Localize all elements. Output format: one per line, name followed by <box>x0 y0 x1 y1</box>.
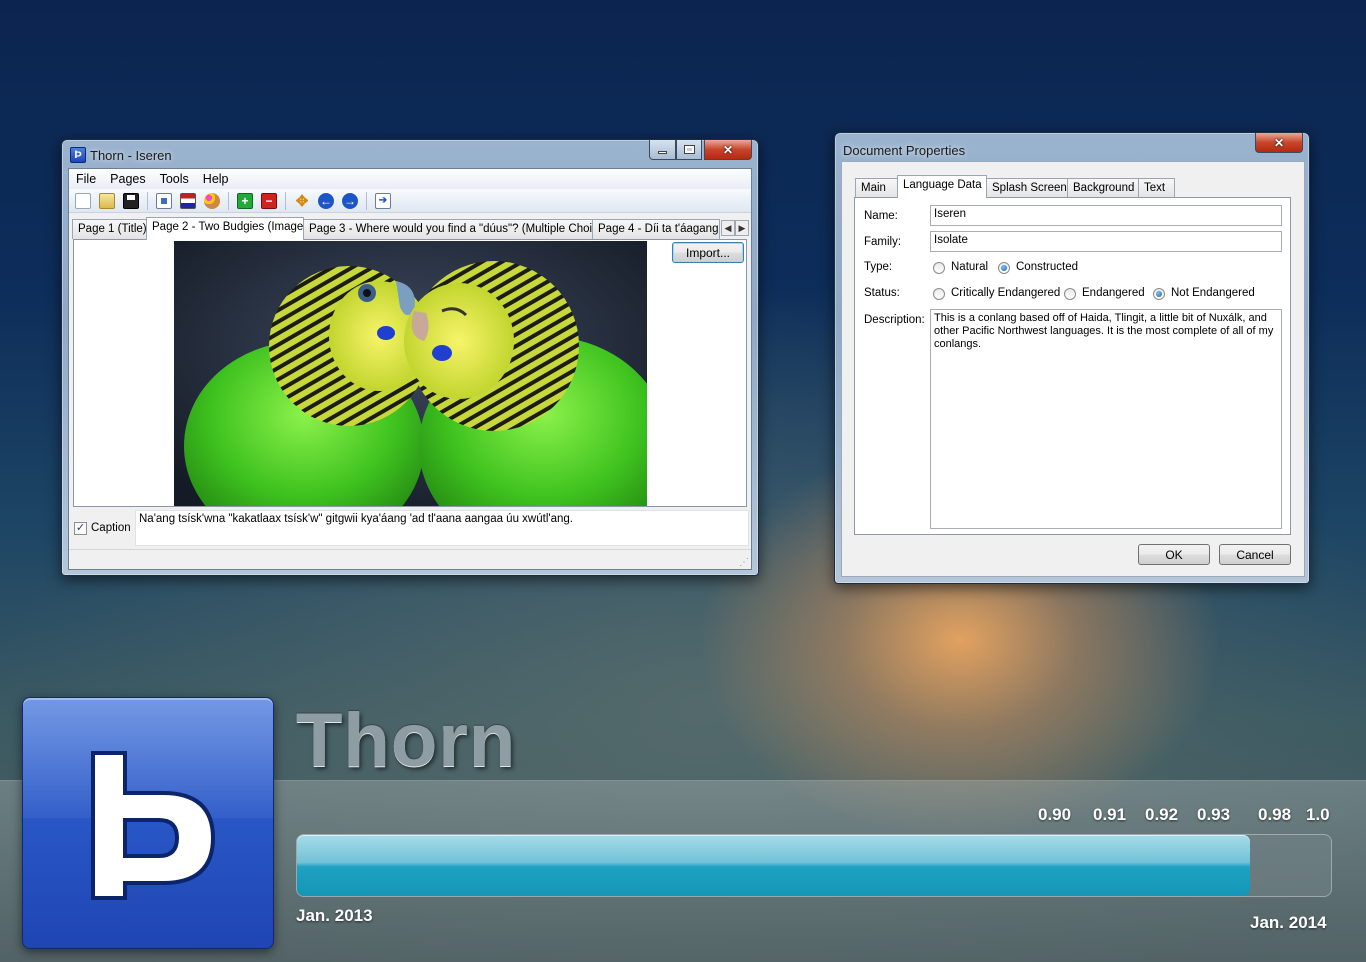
tab-scroll-right[interactable]: ▶ <box>735 220 749 236</box>
caption-label: Caption <box>91 522 131 534</box>
tab-scroll-left[interactable]: ◀ <box>721 220 735 236</box>
thorn-logo-glyph <box>91 751 216 900</box>
version-label: 1.0 <box>1306 805 1330 824</box>
palette-icon[interactable] <box>204 192 220 209</box>
main-window-title: Thorn - Iseren <box>90 148 172 163</box>
description-label: Description: <box>864 314 925 326</box>
main-titlebar[interactable]: Þ Thorn - Iseren ✕ <box>68 140 752 168</box>
document-properties-dialog: Document Properties ✕ Main Language Data… <box>834 132 1310 584</box>
app-small-icon: Þ <box>70 147 86 163</box>
ok-button[interactable]: OK <box>1138 544 1210 565</box>
save-icon[interactable] <box>123 192 139 209</box>
main-client-area: File Pages Tools Help + − ✥ ← → ➔ Page 1… <box>68 168 752 570</box>
add-page-icon[interactable]: + <box>237 192 253 209</box>
image-page-panel: Import... <box>73 239 747 507</box>
tab-page-3[interactable]: Page 3 - Where would you find a "dúus"? … <box>303 219 593 239</box>
menu-file[interactable]: File <box>69 169 103 189</box>
forward-arrow-icon[interactable]: → <box>342 192 358 209</box>
flag-icon[interactable] <box>180 192 196 209</box>
menu-pages[interactable]: Pages <box>103 169 152 189</box>
dialog-tab-splash-screen[interactable]: Splash Screen <box>986 178 1068 198</box>
caption-row: ✓ Caption Na'ang tsísk'wna "kakatlaax ts… <box>73 510 749 548</box>
version-label: 0.93 <box>1197 805 1231 824</box>
caption-checkbox[interactable]: ✓ <box>74 522 87 535</box>
close-button[interactable]: ✕ <box>704 140 752 160</box>
new-document-icon[interactable] <box>75 192 91 209</box>
export-icon[interactable]: ➔ <box>375 192 391 209</box>
end-date-label: Jan. 2014 <box>1250 913 1327 932</box>
remove-page-icon[interactable]: − <box>261 192 277 209</box>
back-arrow-icon[interactable]: ← <box>318 192 334 209</box>
status-bar: ⋰ <box>69 549 751 569</box>
status-not-endangered-radio[interactable] <box>1153 288 1165 300</box>
status-endangered-radio[interactable] <box>1064 288 1076 300</box>
dialog-tab-language-data[interactable]: Language Data <box>897 175 987 198</box>
type-constructed-label[interactable]: Constructed <box>1016 261 1078 273</box>
dialog-tab-background[interactable]: Background <box>1067 178 1139 198</box>
tab-page-4[interactable]: Page 4 - Díi ta t'áagang... <box>592 219 720 239</box>
type-natural-radio[interactable] <box>933 262 945 274</box>
release-progress-fill <box>297 835 1250 896</box>
name-label: Name: <box>864 210 898 222</box>
dialog-titlebar[interactable]: Document Properties ✕ <box>841 133 1303 161</box>
menu-help[interactable]: Help <box>196 169 236 189</box>
name-input[interactable]: Iseren <box>930 205 1282 226</box>
status-not-endangered-label[interactable]: Not Endangered <box>1171 287 1255 299</box>
app-name-heading: Thorn <box>296 698 517 783</box>
maximize-button[interactable] <box>676 140 702 160</box>
import-button[interactable]: Import... <box>672 242 744 263</box>
page-tab-strip: Page 1 (Title) Page 2 - Two Budgies (Ima… <box>72 217 749 240</box>
version-label: 0.98 <box>1258 805 1292 824</box>
type-label: Type: <box>864 261 893 273</box>
thorn-logo-tile <box>22 697 274 949</box>
minimize-button[interactable] <box>649 140 676 160</box>
toolbar-separator <box>228 191 229 210</box>
status-critically-endangered-radio[interactable] <box>933 288 945 300</box>
menu-bar: File Pages Tools Help <box>69 169 751 189</box>
status-critically-endangered-label[interactable]: Critically Endangered <box>951 287 1060 299</box>
preview-icon[interactable] <box>156 192 172 209</box>
dialog-tab-text[interactable]: Text <box>1138 178 1175 198</box>
main-toolbar: + − ✥ ← → ➔ <box>69 189 751 213</box>
type-constructed-radio[interactable] <box>998 262 1010 274</box>
budgies-image <box>174 241 647 506</box>
dialog-tab-main[interactable]: Main <box>855 178 898 198</box>
language-data-panel: Name: Iseren Family: Isolate Type: Natur… <box>854 197 1291 535</box>
version-label: 0.91 <box>1093 805 1127 824</box>
status-label: Status: <box>864 287 900 299</box>
budgies-picture <box>174 241 647 506</box>
version-label: 0.92 <box>1145 805 1179 824</box>
dialog-client-area: Main Language Data Splash Screen Backgro… <box>841 161 1305 577</box>
version-label: 0.90 <box>1038 805 1072 824</box>
status-endangered-label[interactable]: Endangered <box>1082 287 1145 299</box>
thorn-main-window: Þ Thorn - Iseren ✕ File Pages Tools Help… <box>61 139 759 576</box>
type-natural-label[interactable]: Natural <box>951 261 988 273</box>
menu-tools[interactable]: Tools <box>153 169 196 189</box>
cancel-button[interactable]: Cancel <box>1219 544 1291 565</box>
move-icon[interactable]: ✥ <box>294 193 310 210</box>
dialog-close-button[interactable]: ✕ <box>1255 133 1303 153</box>
dialog-title: Document Properties <box>843 143 966 158</box>
caption-text-field[interactable]: Na'ang tsísk'wna "kakatlaax tsísk'w" git… <box>135 510 749 546</box>
toolbar-separator <box>366 191 367 210</box>
resize-grip-icon[interactable]: ⋰ <box>739 557 749 568</box>
start-date-label: Jan. 2013 <box>296 906 373 925</box>
tab-page-2[interactable]: Page 2 - Two Budgies (Image) <box>146 217 304 240</box>
tab-page-1[interactable]: Page 1 (Title) <box>72 219 147 239</box>
release-progress-bar <box>296 834 1332 897</box>
description-textarea[interactable]: This is a conlang based off of Haida, Tl… <box>930 309 1282 529</box>
toolbar-separator <box>147 191 148 210</box>
toolbar-separator <box>285 191 286 210</box>
family-input[interactable]: Isolate <box>930 231 1282 252</box>
open-icon[interactable] <box>99 192 115 209</box>
family-label: Family: <box>864 236 902 248</box>
